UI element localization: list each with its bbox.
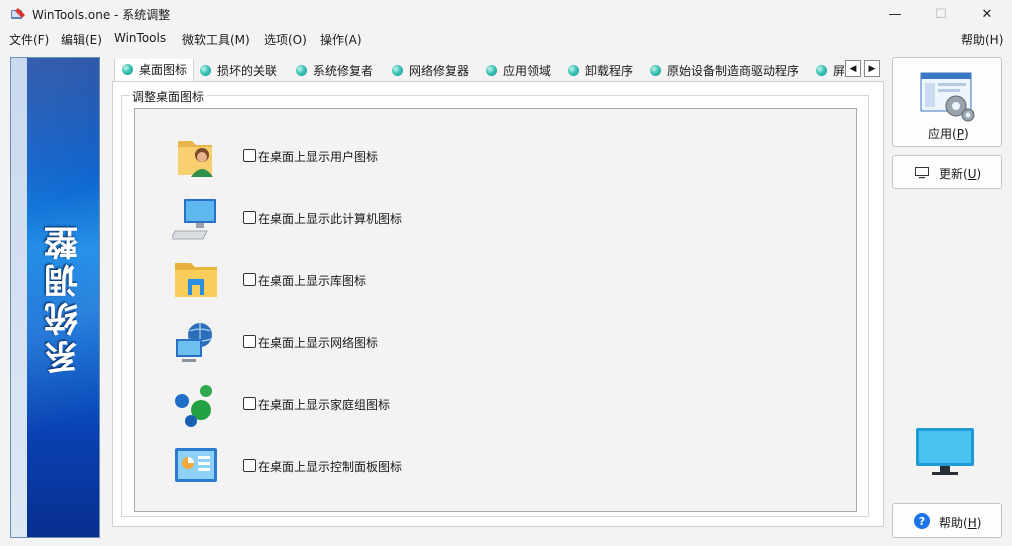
banner-stripe <box>11 58 27 537</box>
library-folder-icon <box>175 263 217 297</box>
tab-label: 系统修复者 <box>313 63 374 78</box>
show-control-panel-label[interactable]: 在桌面上显示控制面板图标 <box>258 458 402 475</box>
user-folder-icon <box>178 141 213 177</box>
show-library-checkbox[interactable] <box>243 273 256 286</box>
tab-dot-icon <box>486 64 497 76</box>
display-monitor-icon <box>916 428 974 475</box>
help-button[interactable]: ? 帮助(H) <box>892 503 1002 538</box>
tab-scroll-right-button[interactable]: ▶ <box>864 60 880 77</box>
tab-network-fixer[interactable]: 网络修复器 <box>392 59 469 81</box>
tab-app-domain[interactable]: 应用领域 <box>486 59 551 81</box>
network-icon <box>176 323 212 362</box>
show-homegroup-checkbox[interactable] <box>243 397 256 410</box>
options-panel <box>134 108 857 512</box>
help-icon: ? <box>914 513 930 529</box>
help-label: 帮助(H) <box>939 516 982 530</box>
tab-label: 应用领域 <box>503 63 552 78</box>
tab-dot-icon <box>122 64 133 75</box>
tab-label: 原始设备制造商驱动程序 <box>667 63 800 78</box>
settings-window-icon <box>920 72 975 122</box>
svg-text:?: ? <box>919 515 925 528</box>
tab-label: 卸载程序 <box>585 63 634 78</box>
tab-uninstaller[interactable]: 卸载程序 <box>568 59 633 81</box>
tab-dot-icon <box>816 64 827 76</box>
tab-label: 屏 <box>833 63 846 78</box>
computer-icon <box>172 199 216 240</box>
tab-desktop-icons[interactable]: 桌面图标 <box>114 59 194 81</box>
menu-options[interactable]: 选项(O) <box>264 31 307 48</box>
tab-strip: 桌面图标 损坏的关联 系统修复者 网络修复器 应用领域 卸载程序 原始设备制造商… <box>112 59 884 81</box>
tab-scroll-left-button[interactable]: ◀ <box>845 60 861 77</box>
tab-label: 损坏的关联 <box>217 63 278 78</box>
show-library-label[interactable]: 在桌面上显示库图标 <box>258 272 366 289</box>
update-button[interactable]: 更新(U) <box>892 155 1002 189</box>
tab-dot-icon <box>568 64 579 76</box>
show-network-checkbox[interactable] <box>243 335 256 348</box>
show-homegroup-label[interactable]: 在桌面上显示家庭组图标 <box>258 396 390 413</box>
tab-dot-icon <box>392 64 403 76</box>
tab-dot-icon <box>200 64 211 76</box>
show-user-icon-label[interactable]: 在桌面上显示用户图标 <box>258 148 378 165</box>
tab-screen[interactable]: 屏 <box>816 59 845 81</box>
show-user-icon-checkbox[interactable] <box>243 149 256 162</box>
close-button[interactable]: ✕ <box>964 0 1010 28</box>
show-control-panel-checkbox[interactable] <box>243 459 256 472</box>
menu-actions[interactable]: 操作(A) <box>320 31 362 48</box>
apply-label: 应用(P) <box>928 127 969 141</box>
show-this-pc-checkbox[interactable] <box>243 211 256 224</box>
show-this-pc-label[interactable]: 在桌面上显示此计算机图标 <box>258 210 402 227</box>
banner-title: 系统调整 <box>44 222 85 374</box>
menu-bar: 文件(F) 编辑(E) WinTools 微软工具(M) 选项(O) 操作(A)… <box>0 28 1012 50</box>
arrow-left-icon: ◀ <box>849 63 857 74</box>
title-bar: WinTools.one - 系统调整 — ☐ ✕ <box>0 0 1012 28</box>
show-network-label[interactable]: 在桌面上显示网络图标 <box>258 334 378 351</box>
menu-ms-tools[interactable]: 微软工具(M) <box>182 31 250 48</box>
menu-wintools[interactable]: WinTools <box>114 31 166 45</box>
tab-dot-icon <box>296 64 307 76</box>
app-icon <box>11 8 25 19</box>
window-title: WinTools.one - 系统调整 <box>32 8 171 22</box>
side-banner: 系统调整 <box>10 57 100 538</box>
maximize-button[interactable]: ☐ <box>918 0 964 28</box>
tab-dot-icon <box>650 64 661 76</box>
tab-oem-drivers[interactable]: 原始设备制造商驱动程序 <box>650 59 799 81</box>
menu-file[interactable]: 文件(F) <box>9 31 49 48</box>
tab-system-fixer[interactable]: 系统修复者 <box>296 59 373 81</box>
groupbox-title: 调整桌面图标 <box>129 88 208 105</box>
update-label: 更新(U) <box>939 167 982 181</box>
menu-edit[interactable]: 编辑(E) <box>61 31 102 48</box>
tab-label: 网络修复器 <box>409 63 470 78</box>
monitor-icon <box>915 167 929 179</box>
menu-help[interactable]: 帮助(H) <box>961 31 1003 48</box>
minimize-button[interactable]: — <box>872 0 918 28</box>
tab-label: 桌面图标 <box>139 63 188 77</box>
tab-broken-associations[interactable]: 损坏的关联 <box>200 59 277 81</box>
homegroup-icon <box>175 385 212 427</box>
apply-button[interactable]: 应用(P) <box>892 57 1002 147</box>
control-panel-icon <box>175 448 217 482</box>
arrow-right-icon: ▶ <box>868 63 876 74</box>
